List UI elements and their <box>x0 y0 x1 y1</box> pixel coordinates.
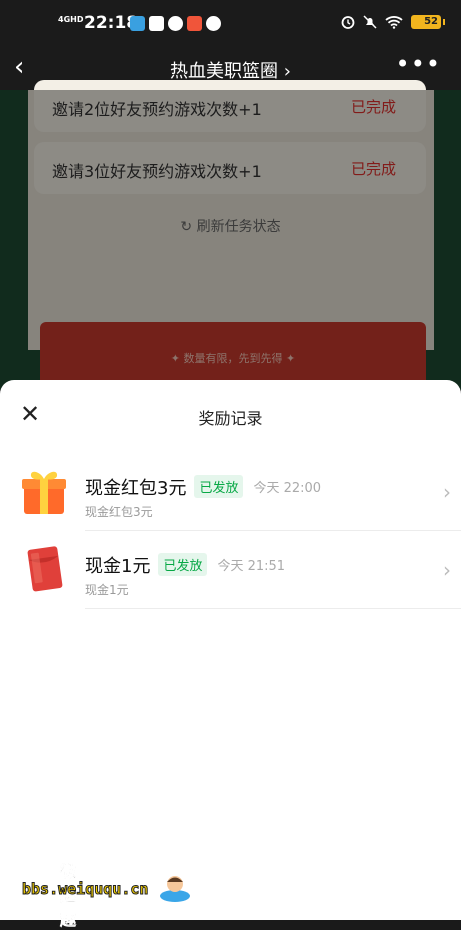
red-envelope-icon <box>27 546 63 592</box>
gift-box-icon <box>22 471 66 514</box>
notification-icons <box>130 16 221 31</box>
status-badge: 已发放 <box>158 553 208 576</box>
reward-record-item[interactable]: 现金1元 已发放 今天 21:51 现金1元 › <box>0 544 461 622</box>
app-notification-icon <box>130 16 145 31</box>
wifi-icon <box>385 16 403 29</box>
more-menu-button[interactable]: ••• <box>396 50 441 78</box>
battery-indicator: 52 <box>411 15 445 29</box>
reward-subtitle: 现金红包3元 <box>85 505 153 519</box>
reward-time: 今天 21:51 <box>217 559 286 574</box>
reward-record-item[interactable]: 现金红包3元 已发放 今天 22:00 现金红包3元 › <box>0 466 461 544</box>
reward-time: 今天 22:00 <box>253 481 322 496</box>
watermark-url: bbs.weiququ.cn <box>21 880 149 899</box>
divider <box>85 530 461 531</box>
alarm-icon <box>341 16 355 29</box>
reward-records-sheet: ✕ 奖励记录 现金红包3元 已发放 今天 22:00 现金红包3元 › 现金1元 已发… <box>0 380 461 920</box>
reward-title: 现金红包3元 <box>85 478 187 499</box>
sheet-title: 奖励记录 <box>198 409 263 428</box>
network-indicator: 4GHD <box>58 15 84 24</box>
chevron-right-icon: › <box>443 558 451 582</box>
system-indicators: 52 <box>341 15 445 29</box>
status-bar: 4GHD 22:18 52 <box>0 0 461 48</box>
status-badge: 已发放 <box>194 475 244 498</box>
mute-icon <box>363 15 377 29</box>
mascot-icon <box>160 876 190 902</box>
chevron-right-icon: › <box>443 480 451 504</box>
reward-title: 现金1元 <box>85 556 151 577</box>
taobao-notification-icon <box>149 16 164 31</box>
wechat-notification-icon <box>168 16 183 31</box>
reward-subtitle: 现金1元 <box>85 583 129 597</box>
modal-overlay[interactable] <box>0 90 461 390</box>
divider <box>85 608 461 609</box>
game-notification-icon <box>187 16 202 31</box>
sync-notification-icon <box>206 16 221 31</box>
